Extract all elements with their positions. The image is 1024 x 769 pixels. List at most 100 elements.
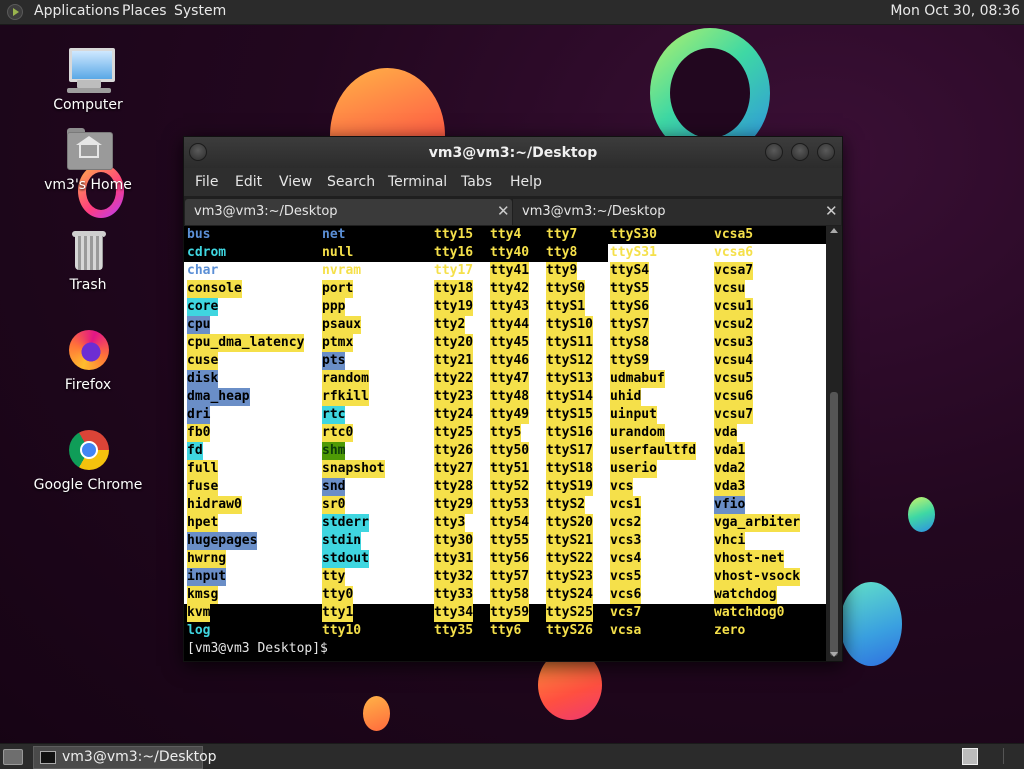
ls-entry: vcs7: [610, 605, 642, 620]
menu-help[interactable]: Help: [510, 174, 542, 190]
ls-entry: tty17: [434, 263, 474, 278]
ls-row: kmsg tty0 tty33 tty58 ttyS24 vcs6 watchdog: [184, 586, 826, 604]
menu-edit[interactable]: Edit: [235, 174, 262, 190]
trash-icon: [65, 228, 113, 276]
window-titlebar[interactable]: vm3@vm3:~/Desktop: [184, 137, 842, 168]
ls-entry: fb0: [187, 424, 211, 442]
ls-entry: tty43: [490, 298, 530, 316]
tab-close-icon[interactable]: ✕: [825, 202, 838, 220]
ls-entry: ttyS19: [546, 478, 593, 496]
minimize-button[interactable]: [765, 143, 783, 161]
terminal-icon: [40, 751, 56, 764]
menu-search[interactable]: Search: [327, 174, 375, 190]
close-button[interactable]: [817, 143, 835, 161]
ls-entry: fuse: [187, 478, 219, 496]
ls-entry: tty0: [322, 586, 354, 604]
applications-icon[interactable]: [7, 4, 23, 20]
desktop-icon-chrome[interactable]: Google Chrome: [33, 426, 143, 496]
ls-entry: hidraw0: [187, 496, 242, 514]
ls-entry: ttyS7: [610, 316, 650, 334]
clock[interactable]: Mon Oct 30, 08:36: [890, 3, 1020, 19]
ls-entry: tty26: [434, 442, 474, 460]
desktop-icon-firefox[interactable]: Firefox: [33, 326, 143, 396]
ls-entry: tty22: [434, 370, 474, 388]
ls-entry: tty6: [490, 623, 522, 638]
places-menu[interactable]: Places: [122, 3, 167, 19]
ls-entry: vcsa6: [714, 245, 754, 260]
ls-entry: ttyS20: [546, 514, 593, 532]
ls-row: char nvram tty17 tty41 tty9 ttyS4 vcsa7: [184, 262, 826, 280]
desktop-icon-label: Google Chrome: [33, 477, 143, 493]
ls-entry: urandom: [610, 424, 665, 442]
ls-row: core ppp tty19 tty43 ttyS1 ttyS6 vcsu1: [184, 298, 826, 316]
wallpaper-shape: [908, 497, 935, 532]
ls-entry: tty51: [490, 460, 530, 478]
scrollbar-thumb[interactable]: [830, 392, 838, 656]
ls-entry: tty48: [490, 388, 530, 406]
ls-entry: vfio: [714, 496, 746, 514]
ls-entry: ttyS0: [546, 280, 586, 298]
menu-terminal[interactable]: Terminal: [388, 174, 447, 190]
tab-close-icon[interactable]: ✕: [497, 202, 510, 220]
ls-entry: ttyS1: [546, 298, 586, 316]
desktop-icon-computer[interactable]: Computer: [33, 46, 143, 116]
system-menu[interactable]: System: [174, 3, 226, 19]
maximize-button[interactable]: [791, 143, 809, 161]
ls-entry: bus: [187, 227, 211, 242]
ls-entry: input: [187, 568, 227, 586]
ls-row: fb0 rtc0 tty25 tty5 ttyS16 urandom vda: [184, 424, 826, 442]
ls-entry: vcsa: [610, 623, 642, 638]
ls-entry: ttyS8: [610, 334, 650, 352]
scroll-up-icon[interactable]: [830, 228, 838, 233]
shell-prompt[interactable]: [vm3@vm3 Desktop]$: [187, 640, 336, 658]
show-desktop-icon[interactable]: [3, 749, 23, 765]
desktop-icon-label: Firefox: [64, 377, 112, 393]
ls-entry: rtc0: [322, 424, 354, 442]
scroll-down-icon[interactable]: [830, 652, 838, 657]
ls-row: cuse pts tty21 tty46 ttyS12 ttyS9 vcsu4: [184, 352, 826, 370]
ls-entry: vga_arbiter: [714, 514, 801, 532]
wallpaper-shape: [363, 696, 390, 731]
ls-entry: ppp: [322, 298, 346, 316]
terminal-tab[interactable]: vm3@vm3:~/Desktop ✕: [185, 199, 512, 225]
ls-entry: shm: [322, 442, 346, 460]
menu-file[interactable]: File: [195, 174, 218, 190]
ls-entry: tty55: [490, 532, 530, 550]
ls-entry: tty34: [434, 604, 474, 622]
ls-row: kvm tty1 tty34 tty59 ttyS25 vcs7 watchdog0: [184, 604, 826, 622]
terminal-tab[interactable]: vm3@vm3:~/Desktop ✕: [513, 199, 841, 225]
ls-entry: ttyS22: [546, 550, 593, 568]
ls-row: fuse snd tty28 tty52 ttyS19 vcs vda3: [184, 478, 826, 496]
ls-entry: kvm: [187, 604, 211, 622]
applications-menu[interactable]: Applications: [34, 3, 120, 19]
ls-entry: ttyS23: [546, 568, 593, 586]
ls-entry: udmabuf: [610, 370, 665, 388]
ls-entry: net: [322, 227, 346, 242]
menu-view[interactable]: View: [279, 174, 312, 190]
terminal-window[interactable]: vm3@vm3:~/Desktop File Edit View Search …: [183, 136, 843, 662]
ls-entry: tty3: [434, 514, 466, 532]
ls-row: hidraw0 sr0 tty29 tty53 ttyS2 vcs1 vfio: [184, 496, 826, 514]
workspace-switcher-icon[interactable]: [962, 748, 978, 765]
ls-entry: vcsu5: [714, 370, 754, 388]
ls-entry: ttyS13: [546, 370, 593, 388]
ls-entry: pts: [322, 352, 346, 370]
terminal-output[interactable]: bus net tty15 tty4 tty7 ttyS30 vcsa5 cdrom null t…: [184, 226, 826, 661]
menu-tabs[interactable]: Tabs: [461, 174, 492, 190]
ls-entry: ptmx: [322, 334, 354, 352]
ls-entry: tty45: [490, 334, 530, 352]
ls-row: input tty tty32 tty57 ttyS23 vcs5 vhost-vsock: [184, 568, 826, 586]
ls-entry: tty21: [434, 352, 474, 370]
terminal-menubar: File Edit View Search Terminal Tabs Help: [184, 168, 842, 196]
ls-entry: vcsu6: [714, 388, 754, 406]
ls-row: bus net tty15 tty4 tty7 ttyS30 vcsa5: [184, 226, 826, 244]
desktop-icon-home[interactable]: vm3's Home: [33, 128, 143, 198]
ls-entry: port: [322, 280, 354, 298]
ls-entry: vda2: [714, 460, 746, 478]
taskbar-window-button[interactable]: vm3@vm3:~/Desktop: [33, 746, 217, 769]
ls-entry: tty53: [490, 496, 530, 514]
ls-entry: tty7: [546, 227, 578, 242]
desktop-icon-trash[interactable]: Trash: [33, 228, 143, 298]
terminal-scrollbar[interactable]: [826, 226, 842, 661]
desktop-icon-label: Computer: [53, 97, 123, 113]
